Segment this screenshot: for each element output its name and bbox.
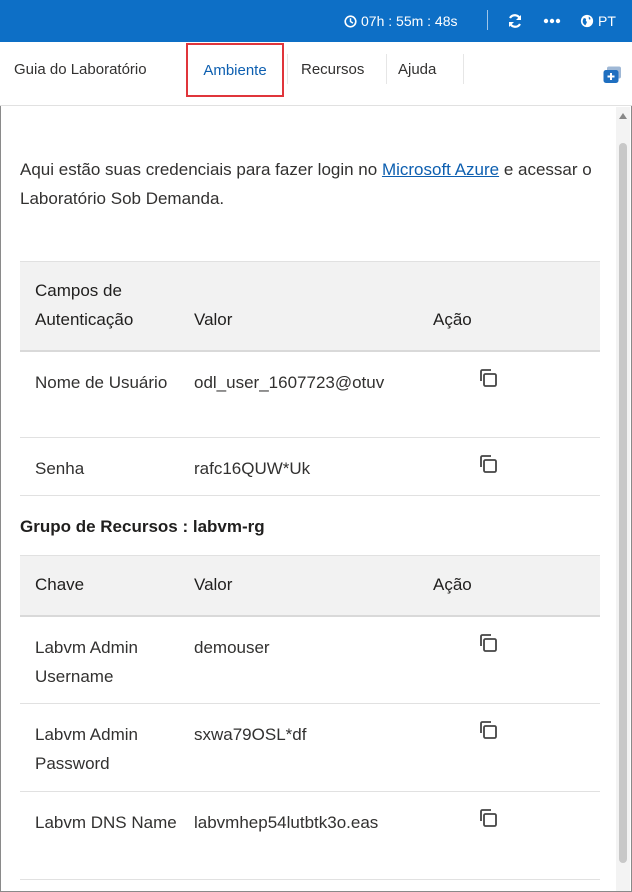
- action-cell: [414, 350, 600, 438]
- language-selector[interactable]: PT: [580, 0, 616, 42]
- column-header-action: Ação: [414, 261, 600, 352]
- action-cell: [414, 703, 600, 792]
- admin-username-value[interactable]: demouser: [194, 633, 398, 662]
- globe-icon: [580, 14, 594, 28]
- tab-help[interactable]: Ajuda: [398, 42, 436, 96]
- tab-bar: Guia do Laboratório Ambiente Recursos Aj…: [0, 42, 632, 106]
- action-cell: [414, 615, 600, 704]
- admin-password-value[interactable]: sxwa79OSL*df: [194, 720, 398, 749]
- key-label: Labvm Admin Username: [20, 615, 194, 704]
- copy-icon[interactable]: [478, 808, 498, 828]
- table-row: Senha rafc16QUW*Uk: [20, 437, 600, 496]
- key-label: Labvm DNS Name: [20, 791, 194, 880]
- column-header-value: Valor: [194, 261, 414, 352]
- resource-group-title: Grupo de Recursos : labvm-rg: [20, 517, 265, 536]
- scroll-up-arrow[interactable]: [619, 113, 627, 119]
- refresh-button[interactable]: [507, 0, 523, 42]
- copy-icon[interactable]: [478, 368, 498, 388]
- value-cell: labvmhep54lutbtk3o.eas: [194, 791, 414, 880]
- scrollbar-thumb[interactable]: [619, 143, 627, 863]
- tab-separator: [386, 54, 387, 84]
- value-cell: odl_user_1607723@otuv: [194, 350, 414, 438]
- intro-text: Aqui estão suas credenciais para fazer l…: [20, 155, 600, 213]
- value-cell: rafc16QUW*Uk: [194, 437, 414, 496]
- clock-icon: [344, 14, 357, 28]
- column-header-key: Chave: [20, 555, 194, 617]
- action-cell: [414, 791, 600, 880]
- top-bar: 07h : 55m : 48s PT: [0, 0, 632, 42]
- table-header-row: Chave Valor Ação: [20, 555, 600, 617]
- environment-panel: Aqui estão suas credenciais para fazer l…: [0, 107, 616, 891]
- timer: 07h : 55m : 48s: [344, 0, 458, 42]
- column-header-action: Ação: [414, 555, 600, 617]
- more-options-button[interactable]: [543, 0, 561, 42]
- scrollbar[interactable]: [616, 107, 630, 891]
- column-header-auth-fields: Campos de Autenticação: [20, 261, 194, 352]
- tab-separator: [287, 54, 288, 84]
- split-window-icon[interactable]: [603, 66, 623, 84]
- value-cell: sxwa79OSL*df: [194, 703, 414, 792]
- dns-name-value[interactable]: labvmhep54lutbtk3o.eas: [194, 808, 398, 837]
- language-label: PT: [598, 13, 616, 29]
- table-row: Labvm Admin Username demouser: [20, 615, 600, 704]
- credentials-table: Campos de Autenticação Valor Ação Nome d…: [20, 261, 600, 496]
- password-value[interactable]: rafc16QUW*Uk: [194, 454, 398, 483]
- tab-separator: [463, 54, 464, 84]
- timer-text: 07h : 55m : 48s: [361, 13, 458, 29]
- refresh-icon: [508, 14, 522, 28]
- table-row: Labvm Admin Password sxwa79OSL*df: [20, 703, 600, 792]
- copy-icon[interactable]: [478, 633, 498, 653]
- action-cell: [414, 437, 600, 496]
- table-row: Nome de Usuário odl_user_1607723@otuv: [20, 350, 600, 438]
- resource-group-table: Chave Valor Ação Labvm Admin Username de…: [20, 555, 600, 880]
- tab-lab-guide[interactable]: Guia do Laboratório: [14, 42, 147, 96]
- microsoft-azure-link[interactable]: Microsoft Azure: [382, 160, 499, 179]
- topbar-separator: [487, 10, 488, 30]
- copy-icon[interactable]: [478, 454, 498, 474]
- table-row: Labvm DNS Name labvmhep54lutbtk3o.eas: [20, 791, 600, 880]
- column-header-value: Valor: [194, 555, 414, 617]
- tab-environment[interactable]: Ambiente: [186, 43, 284, 97]
- table-header-row: Campos de Autenticação Valor Ação: [20, 261, 600, 352]
- copy-icon[interactable]: [478, 720, 498, 740]
- username-value[interactable]: odl_user_1607723@otuv: [194, 368, 398, 397]
- value-cell: demouser: [194, 615, 414, 704]
- ellipsis-icon: [543, 18, 561, 24]
- field-label: Senha: [20, 437, 194, 496]
- key-label: Labvm Admin Password: [20, 703, 194, 792]
- intro-text-start: Aqui estão suas credenciais para fazer l…: [20, 160, 382, 179]
- tab-resources[interactable]: Recursos: [301, 42, 364, 96]
- field-label: Nome de Usuário: [20, 350, 194, 438]
